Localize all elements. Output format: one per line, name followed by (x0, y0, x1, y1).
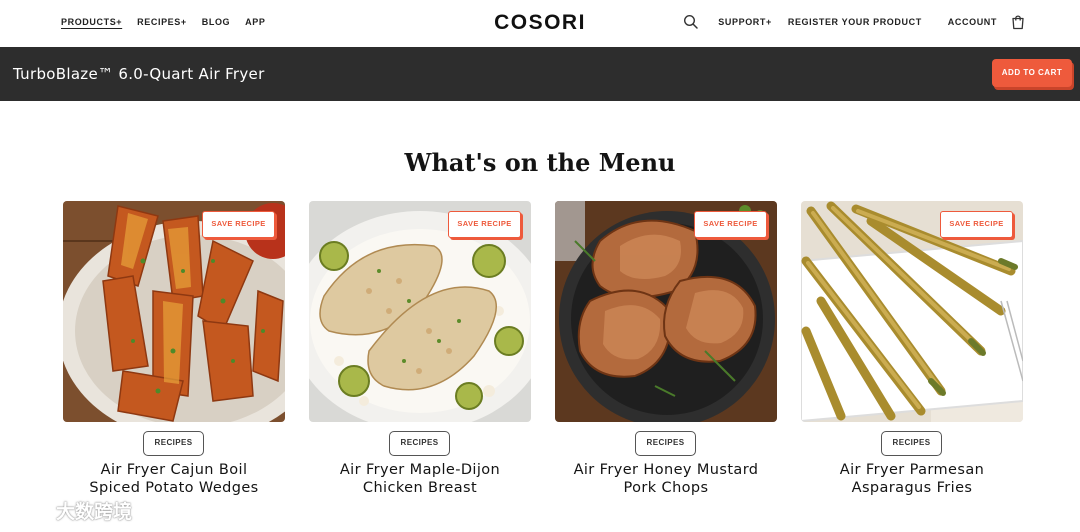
nav-blog[interactable]: BLOG (202, 17, 230, 27)
search-icon[interactable] (683, 14, 699, 30)
recipe-photo[interactable]: SAVE RECIPE (309, 201, 531, 422)
secondary-nav: SUPPORT+ REGISTER YOUR PRODUCT ACCOUNT (683, 14, 1025, 30)
recipe-photo[interactable]: SAVE RECIPE (555, 201, 777, 422)
watermark-logo-icon (9, 503, 49, 521)
nav-account[interactable]: ACCOUNT (948, 17, 997, 27)
add-to-cart-button[interactable]: ADD TO CART (992, 59, 1072, 87)
nav-products[interactable]: PRODUCTS+ (61, 17, 122, 27)
top-navigation: PRODUCTS+ RECIPES+ BLOG APP COSORI SUPPO… (0, 0, 1080, 47)
nav-app[interactable]: APP (245, 17, 265, 27)
save-recipe-button[interactable]: SAVE RECIPE (448, 211, 521, 238)
recipe-tag[interactable]: RECIPES (881, 431, 942, 456)
recipe-title-line1: Air Fryer Maple-Dijon (339, 462, 501, 478)
recipe-card[interactable]: SAVE RECIPE RECIPES Air Fryer Maple-Dijo… (309, 201, 531, 496)
nav-support[interactable]: SUPPORT+ (718, 17, 772, 27)
product-bar: TurboBlaze™ 6.0-Quart Air Fryer ADD TO C… (0, 47, 1080, 101)
watermark: 大数跨境 (8, 497, 132, 524)
save-recipe-button[interactable]: SAVE RECIPE (694, 211, 767, 238)
save-recipe-button[interactable]: SAVE RECIPE (202, 211, 275, 238)
recipe-title-line2: Asparagus Fries (851, 480, 973, 496)
product-title: TurboBlaze™ 6.0-Quart Air Fryer (13, 65, 265, 83)
save-recipe-button[interactable]: SAVE RECIPE (940, 211, 1013, 238)
recipe-photo[interactable]: SAVE RECIPE (63, 201, 285, 422)
recipe-title-line1: Air Fryer Honey Mustard (573, 462, 759, 478)
primary-nav: PRODUCTS+ RECIPES+ BLOG APP (61, 17, 265, 27)
nav-register-product[interactable]: REGISTER YOUR PRODUCT (788, 17, 922, 27)
recipe-title-line2: Spiced Potato Wedges (89, 480, 259, 496)
cart-icon[interactable] (1011, 14, 1025, 30)
recipe-title-line2: Chicken Breast (362, 480, 478, 496)
recipe-photo[interactable]: SAVE RECIPE (801, 201, 1023, 422)
recipe-card[interactable]: SAVE RECIPE RECIPES Air Fryer Parmesan A… (801, 201, 1023, 496)
recipe-title-line1: Air Fryer Cajun Boil (100, 462, 248, 478)
cosori-logo[interactable]: COSORI (494, 11, 586, 34)
recipe-title[interactable]: Air Fryer Maple-Dijon Chicken Breast (289, 461, 551, 497)
recipe-title[interactable]: Air Fryer Cajun Boil Spiced Potato Wedge… (43, 461, 305, 497)
recipe-tag[interactable]: RECIPES (143, 431, 204, 456)
recipe-title-line2: Pork Chops (623, 480, 709, 496)
recipe-tag[interactable]: RECIPES (635, 431, 696, 456)
recipe-title[interactable]: Air Fryer Honey Mustard Pork Chops (535, 461, 797, 497)
recipe-card[interactable]: SAVE RECIPE RECIPES Air Fryer Cajun Boil… (63, 201, 285, 496)
recipe-tag[interactable]: RECIPES (389, 431, 450, 456)
recipe-title-line1: Air Fryer Parmesan (839, 462, 985, 478)
recipe-card[interactable]: SAVE RECIPE RECIPES Air Fryer Honey Must… (555, 201, 777, 496)
nav-recipes[interactable]: RECIPES+ (137, 17, 187, 27)
recipe-title[interactable]: Air Fryer Parmesan Asparagus Fries (781, 461, 1043, 497)
watermark-text: 大数跨境 (56, 501, 133, 523)
section-title: What's on the Menu (404, 148, 676, 177)
